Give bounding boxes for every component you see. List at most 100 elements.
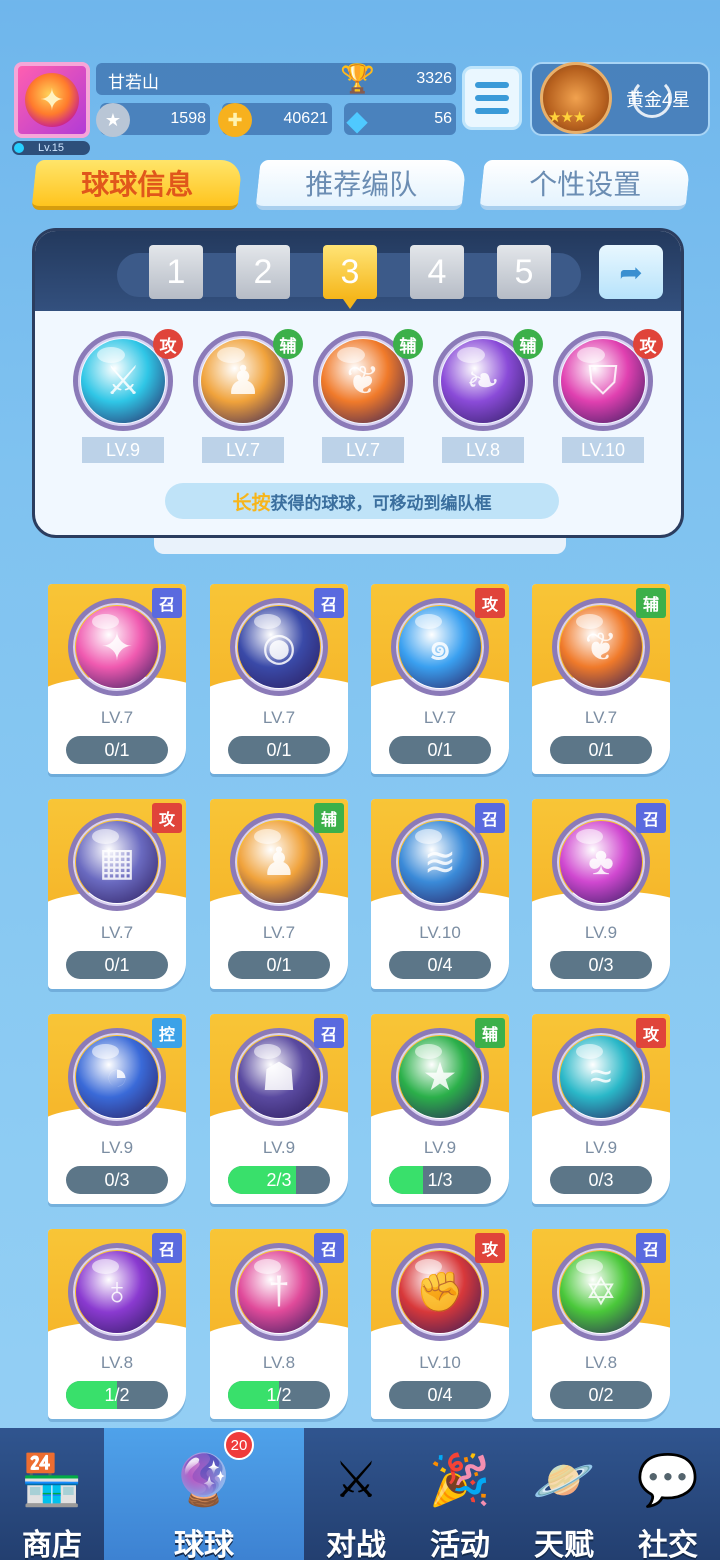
tab-ball-info[interactable]: 球球信息	[31, 160, 243, 210]
nav-crossed-swords[interactable]: ⚔ 对战	[304, 1428, 408, 1560]
menu-line-icon	[475, 95, 509, 101]
progress-text: 0/1	[104, 739, 130, 760]
ball-card[interactable]: ✊ 攻 LV.10 0/4	[371, 1229, 509, 1419]
orb-shine	[97, 347, 125, 363]
ball-type-badge: 攻	[636, 1018, 666, 1048]
progress-text: 0/3	[588, 954, 614, 975]
orb-shine	[457, 347, 485, 363]
ball-level: LV.7	[584, 708, 618, 727]
progress-text: 1/2	[266, 1384, 292, 1405]
share-icon: ➦	[619, 256, 643, 288]
menu-button[interactable]	[462, 66, 522, 130]
progress-text: 0/3	[588, 1169, 614, 1190]
social-phone-icon: 💬	[636, 1451, 700, 1508]
orb-shine	[337, 347, 365, 363]
ball-level: LV.8	[100, 1353, 134, 1372]
ball-card[interactable]: ▦ 攻 LV.7 0/1	[48, 799, 186, 989]
ball-level: LV.10	[562, 437, 644, 463]
party-popper-icon: 🎉	[428, 1451, 492, 1508]
ball-card[interactable]: ♟ 辅 LV.7 0/1	[210, 799, 348, 989]
progress-text: 0/1	[427, 739, 453, 760]
menu-line-icon	[475, 108, 509, 114]
team-slot-3[interactable]: 3	[323, 245, 377, 309]
hint-text: 获得的球球，可移动到编队框	[270, 493, 492, 513]
menu-line-icon	[475, 82, 509, 88]
nav-label: 球球	[174, 1529, 234, 1560]
ball-type-badge: 召	[636, 1233, 666, 1263]
nav-label: 商店	[22, 1529, 82, 1560]
ball-card[interactable]: ✡ 召 LV.8 0/2	[532, 1229, 670, 1419]
ball-level: LV.9	[262, 1138, 296, 1157]
hint-highlight: 长按	[232, 492, 271, 514]
team-slot-4[interactable]: 4	[410, 245, 464, 299]
ball-card[interactable]: ◔ 控 LV.9 0/3	[48, 1014, 186, 1204]
ball-card[interactable]: ≈ 攻 LV.9 0/3	[532, 1014, 670, 1204]
upgrade-progress-bar: 0/1	[66, 951, 168, 979]
nav-social-phone[interactable]: 💬 社交	[616, 1428, 720, 1560]
upgrade-progress-bar: 0/1	[389, 736, 491, 764]
team-slot-5[interactable]: 5	[497, 245, 551, 299]
upgrade-progress-bar: 0/3	[550, 1166, 652, 1194]
gold-count: 40621	[283, 110, 329, 127]
ball-level: LV.7	[322, 437, 404, 463]
nav-party-popper[interactable]: 🎉 活动	[408, 1428, 512, 1560]
ball-card[interactable]: ♣ 召 LV.9 0/3	[532, 799, 670, 989]
ball-level: LV.8	[262, 1353, 296, 1372]
team-slot-2[interactable]: 2	[236, 245, 290, 299]
player-avatar[interactable]: ✦	[14, 62, 90, 138]
ball-type-badge: 召	[152, 588, 182, 618]
silver-coin-icon: ★	[96, 103, 130, 137]
ball-card[interactable]: ✦ 召 LV.7 0/1	[48, 584, 186, 774]
ball-type-badge: 召	[314, 1018, 344, 1048]
ball-type-badge: 召	[636, 803, 666, 833]
ball-level: LV.7	[262, 708, 296, 727]
upgrade-progress-bar: 1/2	[228, 1381, 330, 1409]
progress-text: 0/1	[588, 739, 614, 760]
ball-level: LV.9	[82, 437, 164, 463]
ball-card[interactable]: ★ 辅 LV.9 1/3	[371, 1014, 509, 1204]
ball-card[interactable]: † 召 LV.8 1/2	[210, 1229, 348, 1419]
ball-type-badge: 攻	[152, 803, 182, 833]
upgrade-progress-bar: 0/1	[66, 736, 168, 764]
nav-label: 天赋	[534, 1529, 594, 1560]
silver-count: 1598	[170, 110, 206, 127]
ball-card[interactable]: ☗ 召 LV.9 2/3	[210, 1014, 348, 1204]
ball-level: LV.9	[584, 1138, 618, 1157]
ball-type-badge: 攻	[475, 1233, 505, 1263]
team-slot-header: 1 2 3 4 5 ➦	[35, 231, 681, 311]
trophy-count: 3326	[416, 70, 452, 87]
ball-type-badge: 召	[314, 1233, 344, 1263]
team-slot-1[interactable]: 1	[149, 245, 203, 299]
ball-level: LV.7	[100, 708, 134, 727]
crossed-swords-icon: ⚔	[333, 1452, 379, 1508]
upgrade-progress-bar: 0/2	[550, 1381, 652, 1409]
tab-label: 球球信息	[81, 169, 194, 200]
upgrade-progress-bar: 0/3	[550, 951, 652, 979]
refresh-icon[interactable]	[632, 78, 672, 118]
talent-planet-icon: 🪐	[532, 1451, 596, 1508]
tab-recommended-team[interactable]: 推荐编队	[255, 160, 467, 210]
ball-card[interactable]: ❦ 辅 LV.7 0/1	[532, 584, 670, 774]
diamond-count: 56	[434, 110, 452, 127]
progress-text: 0/1	[266, 739, 292, 760]
nav-talent-planet[interactable]: 🪐 天赋	[512, 1428, 616, 1560]
ball-card[interactable]: ♁ 召 LV.8 1/2	[48, 1229, 186, 1419]
tab-personal-settings[interactable]: 个性设置	[479, 160, 691, 210]
nav-shop[interactable]: 🏪 商店	[0, 1428, 104, 1560]
ball-card[interactable]: ◉ 召 LV.7 0/1	[210, 584, 348, 774]
ball-card[interactable]: ≋ 召 LV.10 0/4	[371, 799, 509, 989]
team-panel: 1 2 3 4 5 ➦ ⚔ 攻 LV.9 ♟ 辅 LV.7 ❦ 辅 LV.7 ❧ 辅 LV.8 ⛉ 攻 LV…	[32, 228, 684, 538]
progress-text: 0/4	[427, 954, 453, 975]
trophy-icon: 🏆	[340, 63, 375, 94]
ball-card[interactable]: ๑攻 LV.7 0/1	[371, 584, 509, 774]
share-button[interactable]: ➦	[599, 245, 663, 299]
ball-type-badge: 辅	[513, 329, 543, 359]
upgrade-progress-bar: 1/3	[389, 1166, 491, 1194]
nav-balls[interactable]: 🔮 球球	[104, 1428, 304, 1560]
player-name: 甘若山	[108, 73, 159, 92]
ball-type-badge: 辅	[314, 803, 344, 833]
orb-shine	[217, 347, 245, 363]
upgrade-progress-bar: 0/3	[66, 1166, 168, 1194]
ball-level: LV.8	[584, 1353, 618, 1372]
diamond-icon: ◆	[346, 104, 368, 136]
